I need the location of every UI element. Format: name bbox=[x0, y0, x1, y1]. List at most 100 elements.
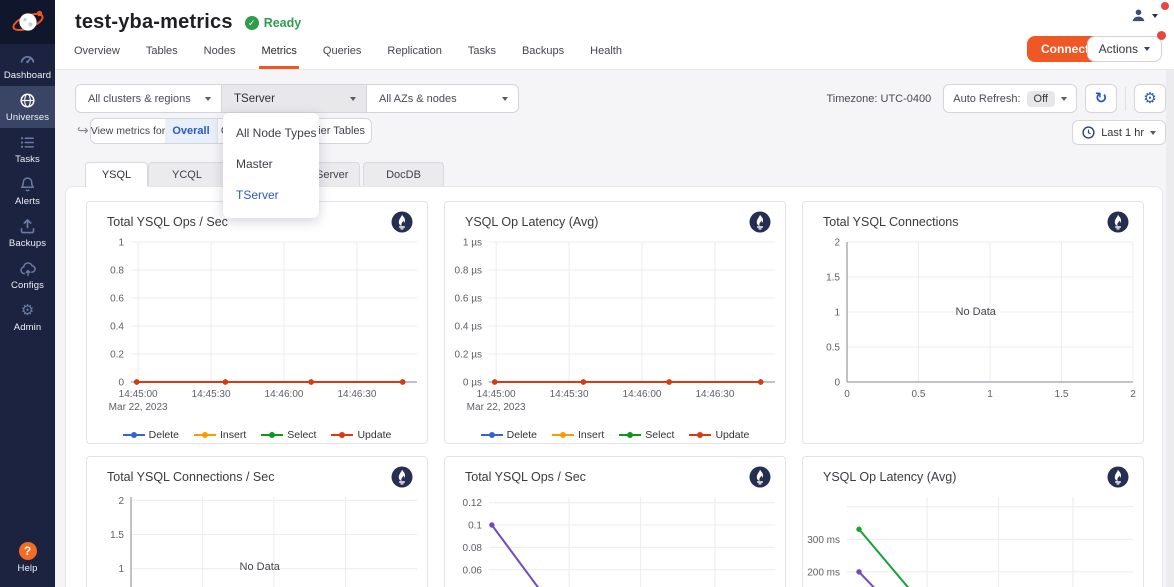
svg-text:14:45:30: 14:45:30 bbox=[192, 389, 231, 400]
metric-tab-docdb[interactable]: DocDB bbox=[363, 162, 444, 187]
svg-text:300 ms: 300 ms bbox=[807, 535, 840, 546]
menu-item-all-node-types[interactable]: All Node Types bbox=[223, 118, 319, 149]
planet-rocket-icon bbox=[11, 7, 45, 37]
time-range-select[interactable]: Last 1 hr bbox=[1072, 120, 1166, 145]
actions-button[interactable]: Actions bbox=[1087, 36, 1162, 62]
sidebar-item-universes[interactable]: Universes bbox=[0, 86, 55, 128]
svg-text:1: 1 bbox=[834, 308, 840, 319]
sidebar-item-alerts[interactable]: Alerts bbox=[0, 170, 55, 212]
filter-group: All clusters & regions TServer All AZs &… bbox=[75, 84, 519, 113]
tasks-icon bbox=[19, 134, 36, 151]
tab-health[interactable]: Health bbox=[588, 45, 624, 69]
legend-item-delete[interactable]: Delete bbox=[481, 429, 537, 441]
svg-text:0.5: 0.5 bbox=[826, 343, 840, 354]
chart-plot: 1 µs0.8 µs0.6 µs0.4 µs0.2 µs0 µs14:45:00… bbox=[445, 202, 785, 443]
sidebar-item-help[interactable]: ? Help bbox=[0, 536, 55, 579]
tab-replication[interactable]: Replication bbox=[385, 45, 443, 69]
prometheus-link-icon[interactable] bbox=[391, 211, 413, 233]
svg-text:14:46:30: 14:46:30 bbox=[695, 389, 734, 400]
chart-title: Total YSQL Ops / Sec bbox=[465, 470, 586, 484]
sidebar-item-dashboard[interactable]: Dashboard bbox=[0, 44, 55, 86]
svg-text:1 µs: 1 µs bbox=[463, 238, 482, 249]
prometheus-link-icon[interactable] bbox=[1107, 466, 1129, 488]
gear-icon: ⚙ bbox=[1143, 91, 1156, 106]
tab-tasks[interactable]: Tasks bbox=[466, 45, 498, 69]
tab-tables[interactable]: Tables bbox=[144, 45, 180, 69]
universe-icon bbox=[19, 92, 36, 109]
actions-notification-dot bbox=[1157, 31, 1166, 40]
svg-text:0.1: 0.1 bbox=[468, 521, 482, 532]
legend-line-icon bbox=[481, 431, 503, 439]
status-text: Ready bbox=[264, 16, 302, 30]
tab-backups[interactable]: Backups bbox=[520, 45, 566, 69]
svg-text:0.8 µs: 0.8 µs bbox=[455, 266, 482, 277]
legend-item-select[interactable]: Select bbox=[619, 429, 674, 441]
sidebar-item-label: Admin bbox=[14, 322, 41, 333]
cloud-icon bbox=[19, 260, 37, 277]
svg-text:0 µs: 0 µs bbox=[463, 378, 482, 389]
actions-label: Actions bbox=[1099, 42, 1138, 56]
legend-line-icon bbox=[552, 431, 574, 439]
app-root: DashboardUniversesTasksAlertsBackupsConf… bbox=[0, 0, 1174, 587]
menu-item-tserver[interactable]: TServer bbox=[223, 180, 319, 211]
sidebar-item-label: Configs bbox=[11, 280, 44, 291]
status-badge: ✓ Ready bbox=[245, 16, 302, 30]
svg-text:14:45:00: 14:45:00 bbox=[119, 389, 158, 400]
legend-item-update[interactable]: Update bbox=[689, 429, 749, 441]
sidebar-item-admin[interactable]: ⚙Admin bbox=[0, 296, 55, 338]
clusters-regions-select[interactable]: All clusters & regions bbox=[76, 85, 221, 112]
svg-text:0.08: 0.08 bbox=[463, 543, 483, 554]
azs-nodes-value: All AZs & nodes bbox=[379, 93, 457, 105]
prometheus-link-icon[interactable] bbox=[749, 211, 771, 233]
sidebar-item-label: Universes bbox=[6, 112, 49, 123]
tab-nodes[interactable]: Nodes bbox=[202, 45, 238, 69]
azs-nodes-select[interactable]: All AZs & nodes bbox=[366, 85, 518, 112]
legend-item-delete[interactable]: Delete bbox=[123, 429, 179, 441]
legend-item-insert[interactable]: Insert bbox=[552, 429, 604, 441]
chart-card-5: YSQL Op Latency (Avg)300 ms200 ms bbox=[802, 456, 1144, 587]
view-metrics-segment-overall[interactable]: Overall bbox=[165, 119, 217, 143]
tab-metrics[interactable]: Metrics bbox=[259, 45, 298, 69]
auto-refresh-select[interactable]: Auto Refresh: Off bbox=[943, 84, 1077, 113]
legend-line-icon bbox=[123, 431, 145, 439]
svg-text:14:45:00: 14:45:00 bbox=[477, 389, 516, 400]
auto-refresh-value: Off bbox=[1027, 91, 1055, 107]
node-type-select[interactable]: TServer bbox=[221, 85, 366, 112]
auto-refresh-label: Auto Refresh: bbox=[953, 93, 1020, 105]
settings-button[interactable]: ⚙ bbox=[1134, 84, 1166, 113]
sidebar-item-label: Backups bbox=[9, 238, 46, 249]
svg-text:0.6: 0.6 bbox=[110, 294, 124, 305]
legend-label: Insert bbox=[220, 429, 246, 441]
tab-queries[interactable]: Queries bbox=[321, 45, 364, 69]
user-menu[interactable] bbox=[1131, 8, 1158, 23]
time-range-value: Last 1 hr bbox=[1101, 127, 1144, 139]
yugabyte-logo[interactable] bbox=[0, 0, 55, 44]
prometheus-link-icon[interactable] bbox=[749, 466, 771, 488]
prometheus-link-icon[interactable] bbox=[1107, 211, 1129, 233]
check-icon: ✓ bbox=[245, 16, 259, 30]
legend-item-update[interactable]: Update bbox=[331, 429, 391, 441]
tab-overview[interactable]: Overview bbox=[72, 45, 122, 69]
refresh-button[interactable]: ↻ bbox=[1085, 84, 1117, 113]
chart-title: Total YSQL Connections bbox=[823, 215, 959, 229]
sidebar-item-configs[interactable]: Configs bbox=[0, 254, 55, 296]
menu-item-master[interactable]: Master bbox=[223, 149, 319, 180]
chevron-down-icon bbox=[205, 97, 211, 101]
prometheus-link-icon[interactable] bbox=[391, 466, 413, 488]
chart-title: YSQL Op Latency (Avg) bbox=[465, 215, 598, 229]
main-area: test-yba-metrics ✓ Ready OverviewTablesN… bbox=[55, 0, 1174, 587]
svg-text:0.2: 0.2 bbox=[110, 350, 124, 361]
legend-item-insert[interactable]: Insert bbox=[194, 429, 246, 441]
sidebar-item-tasks[interactable]: Tasks bbox=[0, 128, 55, 170]
sidebar-item-backups[interactable]: Backups bbox=[0, 212, 55, 254]
sidebar-item-label: Help bbox=[18, 563, 38, 574]
scrollbar-track[interactable] bbox=[1166, 70, 1174, 587]
chevron-down-icon bbox=[1061, 97, 1067, 101]
universe-nav-tabs: Overview Tables Nodes Metrics Queries Replica… bbox=[72, 45, 624, 69]
metric-tab-ycql[interactable]: YCQL bbox=[148, 162, 226, 187]
metric-tab-ysql[interactable]: YSQL bbox=[85, 162, 148, 187]
legend-item-select[interactable]: Select bbox=[261, 429, 316, 441]
legend-label: Update bbox=[715, 429, 749, 441]
bell-icon bbox=[19, 176, 36, 193]
legend-label: Insert bbox=[578, 429, 604, 441]
